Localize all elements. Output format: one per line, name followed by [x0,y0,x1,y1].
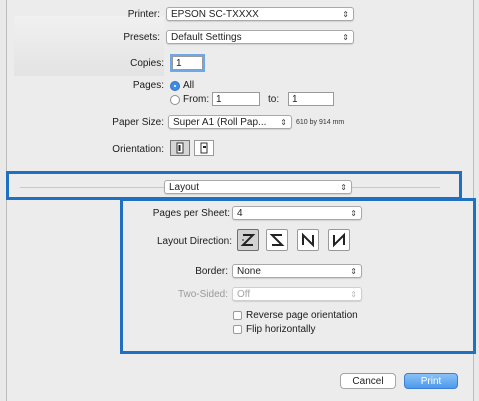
print-button[interactable]: Print [404,373,458,389]
presets-label: Presets: [123,32,160,43]
paper-size-popup[interactable]: Super A1 (Roll Pap... ⇕ [168,115,292,129]
paper-size-dimensions: 610 by 914 mm [296,119,345,126]
layout-direction-label: Layout Direction: [156,236,232,247]
popup-arrows-icon: ⇕ [350,290,357,299]
border-label: Border: [195,266,228,277]
pages-from-field[interactable]: 1 [212,92,260,106]
pages-all-radio[interactable] [170,81,180,91]
pages-to-field[interactable]: 1 [288,92,334,106]
border-popup[interactable]: None ⇕ [232,264,362,278]
flip-horizontally-label: Flip horizontally [246,324,316,335]
popup-arrows-icon: ⇕ [340,183,347,192]
landscape-icon [200,142,208,154]
flip-horizontally-checkbox[interactable] [233,325,242,334]
layout-direction-reverse-z-button[interactable] [266,229,288,251]
popup-arrows-icon: ⇕ [342,10,349,19]
layout-z-icon [240,234,256,246]
popup-arrows-icon: ⇕ [280,118,287,127]
printer-value: EPSON SC-TXXXX [171,9,259,20]
two-sided-value: Off [237,289,251,300]
landscape-button[interactable] [194,140,214,156]
two-sided-label: Two-Sided: [177,289,228,300]
presets-popup[interactable]: Default Settings ⇕ [166,30,354,44]
copies-label: Copies: [130,58,164,69]
printer-label: Printer: [127,9,160,20]
reverse-orientation-checkbox[interactable] [233,311,242,320]
two-sided-popup[interactable]: Off ⇕ [232,287,362,301]
orientation-label: Orientation: [112,144,164,155]
cancel-button[interactable]: Cancel [340,373,396,389]
layout-n-icon [302,232,314,248]
portrait-button[interactable] [170,140,190,156]
layout-direction-reverse-n-button[interactable] [328,229,350,251]
layout-reverse-n-icon [333,232,345,248]
pages-per-sheet-value: 4 [237,208,243,219]
border-value: None [237,266,261,277]
presets-value: Default Settings [171,32,242,43]
popup-arrows-icon: ⇕ [350,267,357,276]
pages-per-sheet-popup[interactable]: 4 ⇕ [232,206,362,220]
layout-direction-n-button[interactable] [297,229,319,251]
section-popup[interactable]: Layout ⇕ [164,180,352,194]
portrait-icon [176,142,184,154]
pages-all-label: All [183,80,195,91]
layout-direction-z-button[interactable] [237,229,259,251]
layout-reverse-z-icon [269,234,285,246]
section-popup-value: Layout [169,182,200,193]
popup-arrows-icon: ⇕ [350,209,357,218]
pages-from-label: From: [183,94,210,105]
pages-label: Pages: [132,80,164,91]
copies-field[interactable]: 1 [170,54,205,72]
pages-to-label: to: [268,94,280,105]
pages-from-radio[interactable] [170,95,180,105]
reverse-orientation-label: Reverse page orientation [246,310,358,321]
pages-per-sheet-label: Pages per Sheet: [152,208,230,219]
popup-arrows-icon: ⇕ [342,33,349,42]
paper-size-value: Super A1 (Roll Pap... [173,117,267,128]
printer-popup[interactable]: EPSON SC-TXXXX ⇕ [166,7,354,21]
paper-size-label: Paper Size: [112,117,164,128]
